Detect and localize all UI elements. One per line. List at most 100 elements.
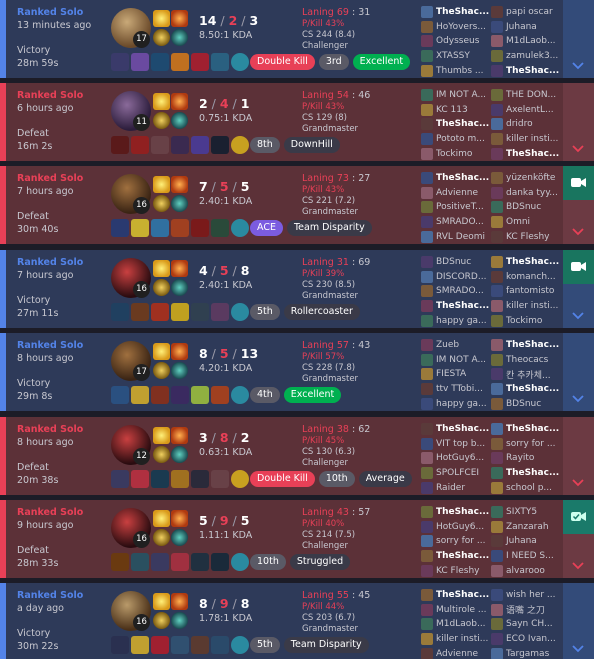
participant[interactable]: killer insti... (421, 632, 491, 647)
item-slot[interactable] (131, 219, 149, 237)
participant[interactable]: TheShac... (421, 549, 491, 564)
match-card[interactable]: Ranked Solo 9 hours ago Defeat 28m 33s 16 5 /… (0, 500, 594, 578)
participant[interactable]: Multirole ... (421, 603, 491, 618)
item-slot[interactable] (131, 53, 149, 71)
participant-name[interactable]: KC Fleshy (506, 232, 550, 242)
participant[interactable]: BDSnuc (491, 200, 561, 215)
participant[interactable]: Tockimo (421, 146, 491, 161)
summoner-spell-ignite-icon[interactable] (171, 260, 188, 277)
summoner-spell-ignite-icon[interactable] (171, 10, 188, 27)
participant-name[interactable]: KC Fleshy (436, 566, 480, 576)
expand-panel[interactable] (563, 333, 594, 411)
secondary-rune-icon[interactable] (171, 29, 188, 46)
participant-name[interactable]: TheShac... (436, 590, 489, 600)
participant-name[interactable]: TheShac... (506, 384, 559, 394)
participant-name[interactable]: Multirole ... (436, 605, 487, 615)
participant-name[interactable]: Zanzarah (506, 522, 549, 532)
participant-name[interactable]: DISCORD... (436, 272, 486, 282)
participant[interactable]: HotGuy6... (421, 451, 491, 466)
item-slot[interactable] (171, 386, 189, 404)
trinket-ward-icon[interactable] (231, 136, 249, 154)
participant[interactable]: komanch... (491, 270, 561, 285)
participant[interactable]: TheShac... (421, 299, 491, 314)
participant-name[interactable]: HotGuy6... (436, 453, 484, 463)
participant[interactable]: KC Fleshy (421, 563, 491, 578)
participant[interactable]: ttv TTobi... (421, 382, 491, 397)
participant[interactable]: TheShac... (491, 466, 561, 481)
participant-name[interactable]: VIT top b... (436, 439, 485, 449)
summoner-spell-ignite-icon[interactable] (171, 593, 188, 610)
summoner-spell-flash-icon[interactable] (153, 343, 170, 360)
participant[interactable]: IM NOT A... (421, 353, 491, 368)
participant[interactable]: SMRADO... (421, 215, 491, 230)
participant-name[interactable]: KC 113 (436, 105, 468, 115)
participant[interactable]: Omni (491, 215, 561, 230)
participant-name[interactable]: M1dLaob... (436, 619, 486, 629)
participant-name[interactable]: Targamas (506, 649, 549, 659)
participant[interactable]: school p... (491, 480, 561, 495)
item-slot[interactable] (151, 553, 169, 571)
item-slot[interactable] (131, 470, 149, 488)
participant-name[interactable]: Rayito (506, 453, 534, 463)
keystone-rune-icon[interactable] (153, 29, 170, 46)
participant-name[interactable]: Thumbs ... (436, 66, 484, 76)
item-slot[interactable] (191, 636, 209, 654)
participant-name[interactable]: 칸 추카체... (506, 368, 551, 381)
participant[interactable]: happy ga... (421, 313, 491, 328)
item-slot[interactable] (191, 303, 209, 321)
participant[interactable]: fantomisto (491, 284, 561, 299)
trinket-ward-icon[interactable] (231, 636, 249, 654)
participant-name[interactable]: SMRADO... (436, 286, 484, 296)
item-slot[interactable] (171, 303, 189, 321)
participant-name[interactable]: school p... (506, 483, 552, 493)
participant[interactable]: THE DON... (491, 88, 561, 103)
item-slot[interactable] (191, 386, 209, 404)
participant-name[interactable]: IM NOT A... (436, 355, 486, 365)
participant[interactable]: SMRADO... (421, 284, 491, 299)
participant-name[interactable]: ttv TTobi... (436, 384, 483, 394)
participant-name[interactable]: SIXTY5 (506, 507, 537, 517)
video-camera-icon[interactable] (563, 250, 594, 284)
summoner-spell-flash-icon[interactable] (153, 260, 170, 277)
participant-name[interactable]: Odysseus (436, 36, 479, 46)
chevron-down-icon[interactable] (572, 560, 584, 570)
keystone-rune-icon[interactable] (153, 612, 170, 629)
video-check-icon[interactable] (563, 500, 594, 534)
participant-name[interactable]: HotGuy6... (436, 522, 484, 532)
participant-name[interactable]: komanch... (506, 272, 556, 282)
participant[interactable]: Juhana (491, 20, 561, 35)
item-slot[interactable] (191, 219, 209, 237)
participant[interactable]: TheShac... (421, 422, 491, 437)
participant[interactable]: sorry for ... (491, 437, 561, 452)
item-slot[interactable] (111, 136, 129, 154)
secondary-rune-icon[interactable] (171, 112, 188, 129)
chevron-down-icon[interactable] (572, 60, 584, 70)
trinket-ward-icon[interactable] (231, 470, 249, 488)
participant-name[interactable]: M1dLaob... (506, 36, 556, 46)
item-slot[interactable] (171, 136, 189, 154)
item-slot[interactable] (211, 219, 229, 237)
participant-name[interactable]: zamulek3... (506, 51, 558, 61)
participant-name[interactable]: Advienne (436, 649, 478, 659)
participant-name[interactable]: Zueb (436, 340, 459, 350)
summoner-spell-flash-icon[interactable] (153, 427, 170, 444)
summoner-spell-ignite-icon[interactable] (171, 93, 188, 110)
item-slot[interactable] (191, 53, 209, 71)
participant[interactable]: AxelentL... (491, 103, 561, 118)
participant[interactable]: 칸 추카체... (491, 367, 561, 382)
item-slot[interactable] (131, 136, 149, 154)
item-slot[interactable] (131, 553, 149, 571)
participant-name[interactable]: alvarooo (506, 566, 545, 576)
chevron-down-icon[interactable] (572, 477, 584, 487)
chevron-down-icon[interactable] (572, 310, 584, 320)
participant-name[interactable]: TheShac... (506, 468, 559, 478)
participant[interactable]: SPOLFCEI (421, 466, 491, 481)
keystone-rune-icon[interactable] (153, 529, 170, 546)
participant-name[interactable]: Theocacs (506, 355, 548, 365)
participant[interactable]: Odysseus (421, 34, 491, 49)
participant[interactable]: BDSnuc (491, 396, 561, 411)
participant[interactable]: TheShac... (421, 171, 491, 186)
match-card[interactable]: Ranked Solo 8 hours ago Defeat 20m 38s 12 3 /… (0, 417, 594, 495)
item-slot[interactable] (151, 470, 169, 488)
participant-name[interactable]: killer insti... (506, 301, 558, 311)
